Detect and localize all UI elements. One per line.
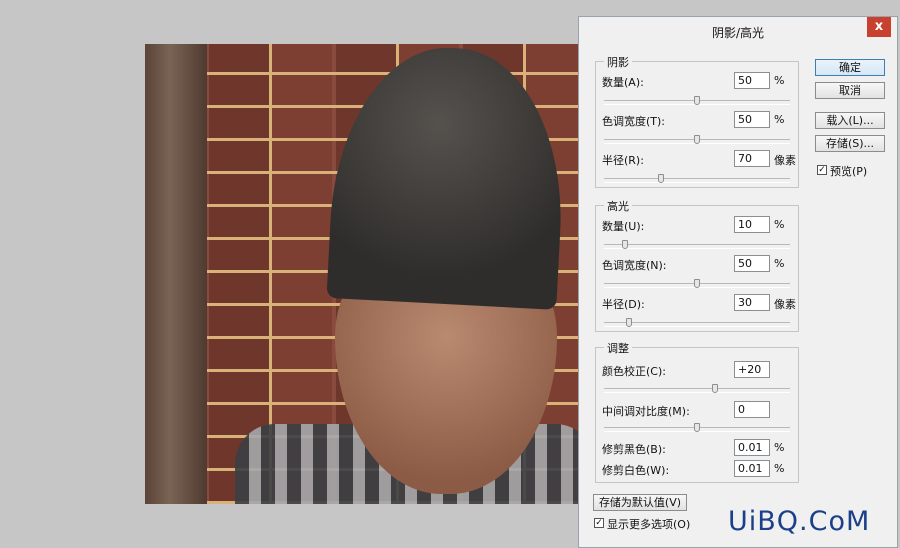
save-button[interactable]: 存储(S)... (815, 135, 885, 152)
highlights-radius-unit: 像素 (774, 298, 796, 311)
ok-button[interactable]: 确定 (815, 59, 885, 76)
shadows-amount-label: 数量(A): (602, 76, 644, 89)
highlights-radius-label: 半径(D): (602, 298, 645, 311)
highlights-radius-slider[interactable] (604, 318, 790, 327)
highlights-amount-label: 数量(U): (602, 220, 645, 233)
shadows-group: 阴影 数量(A): 50 % 色调宽度(T): 50 % 半径(R): 70 像… (595, 54, 799, 188)
black-clip-unit: % (774, 441, 785, 454)
shadows-tonal-width-unit: % (774, 113, 785, 126)
black-clip-label: 修剪黑色(B): (602, 443, 666, 456)
color-correction-input[interactable]: +20 (734, 361, 770, 378)
more-options-checkbox[interactable]: ✓ (594, 518, 604, 528)
shadows-radius-unit: 像素 (774, 154, 796, 167)
highlights-tonal-width-slider[interactable] (604, 279, 790, 288)
shadows-radius-input[interactable]: 70 (734, 150, 770, 167)
slider-thumb[interactable] (658, 174, 664, 183)
adjustments-legend: 调整 (604, 340, 632, 356)
slider-thumb[interactable] (626, 318, 632, 327)
preview-label: 预览(P) (830, 165, 868, 178)
highlights-amount-unit: % (774, 218, 785, 231)
slider-thumb[interactable] (694, 96, 700, 105)
highlights-tonal-width-label: 色调宽度(N): (602, 259, 667, 272)
wood-doorframe (145, 44, 207, 504)
load-button[interactable]: 载入(L)... (815, 112, 885, 129)
save-as-defaults-button[interactable]: 存储为默认值(V) (593, 494, 687, 511)
highlights-amount-slider[interactable] (604, 240, 790, 249)
highlights-tonal-width-unit: % (774, 257, 785, 270)
midtone-contrast-label: 中间调对比度(M): (602, 405, 690, 418)
shadows-radius-slider[interactable] (604, 174, 790, 183)
white-clip-input[interactable]: 0.01 (734, 460, 770, 477)
adjustments-group: 调整 颜色校正(C): +20 中间调对比度(M): 0 修剪黑色(B): 0.… (595, 340, 799, 483)
photo-canvas (145, 44, 583, 504)
preview-checkbox[interactable]: ✓ (817, 165, 827, 175)
slider-thumb[interactable] (694, 279, 700, 288)
shadows-amount-slider[interactable] (604, 96, 790, 105)
shadows-legend: 阴影 (604, 54, 632, 70)
more-options-label: 显示更多选项(O) (607, 518, 691, 531)
highlights-amount-input[interactable]: 10 (734, 216, 770, 233)
color-correction-slider[interactable] (604, 384, 790, 393)
highlights-tonal-width-input[interactable]: 50 (734, 255, 770, 272)
close-button[interactable]: x (867, 17, 891, 37)
shadows-tonal-width-input[interactable]: 50 (734, 111, 770, 128)
dialog-title: 阴影/高光 (711, 26, 765, 40)
dialog-titlebar[interactable]: 阴影/高光 x (579, 17, 897, 47)
highlights-radius-input[interactable]: 30 (734, 294, 770, 311)
shadows-tonal-width-label: 色调宽度(T): (602, 115, 666, 128)
shadows-radius-label: 半径(R): (602, 154, 644, 167)
cancel-button[interactable]: 取消 (815, 82, 885, 99)
slider-thumb[interactable] (622, 240, 628, 249)
highlights-group: 高光 数量(U): 10 % 色调宽度(N): 50 % 半径(D): 30 像… (595, 198, 799, 332)
black-clip-input[interactable]: 0.01 (734, 439, 770, 456)
color-correction-label: 颜色校正(C): (602, 365, 666, 378)
shadows-amount-unit: % (774, 74, 785, 87)
shadows-tonal-width-slider[interactable] (604, 135, 790, 144)
midtone-contrast-slider[interactable] (604, 423, 790, 432)
slider-thumb[interactable] (694, 423, 700, 432)
slider-thumb[interactable] (694, 135, 700, 144)
close-icon: x (874, 19, 884, 34)
topi-hat (326, 44, 570, 310)
slider-thumb[interactable] (712, 384, 718, 393)
shadows-highlights-dialog: 阴影/高光 x 阴影 数量(A): 50 % 色调宽度(T): 50 % 半径(… (578, 16, 898, 548)
highlights-legend: 高光 (604, 198, 632, 214)
shadows-amount-input[interactable]: 50 (734, 72, 770, 89)
white-clip-label: 修剪白色(W): (602, 464, 670, 477)
site-watermark: UiBQ.CoM (728, 506, 871, 537)
white-clip-unit: % (774, 462, 785, 475)
midtone-contrast-input[interactable]: 0 (734, 401, 770, 418)
